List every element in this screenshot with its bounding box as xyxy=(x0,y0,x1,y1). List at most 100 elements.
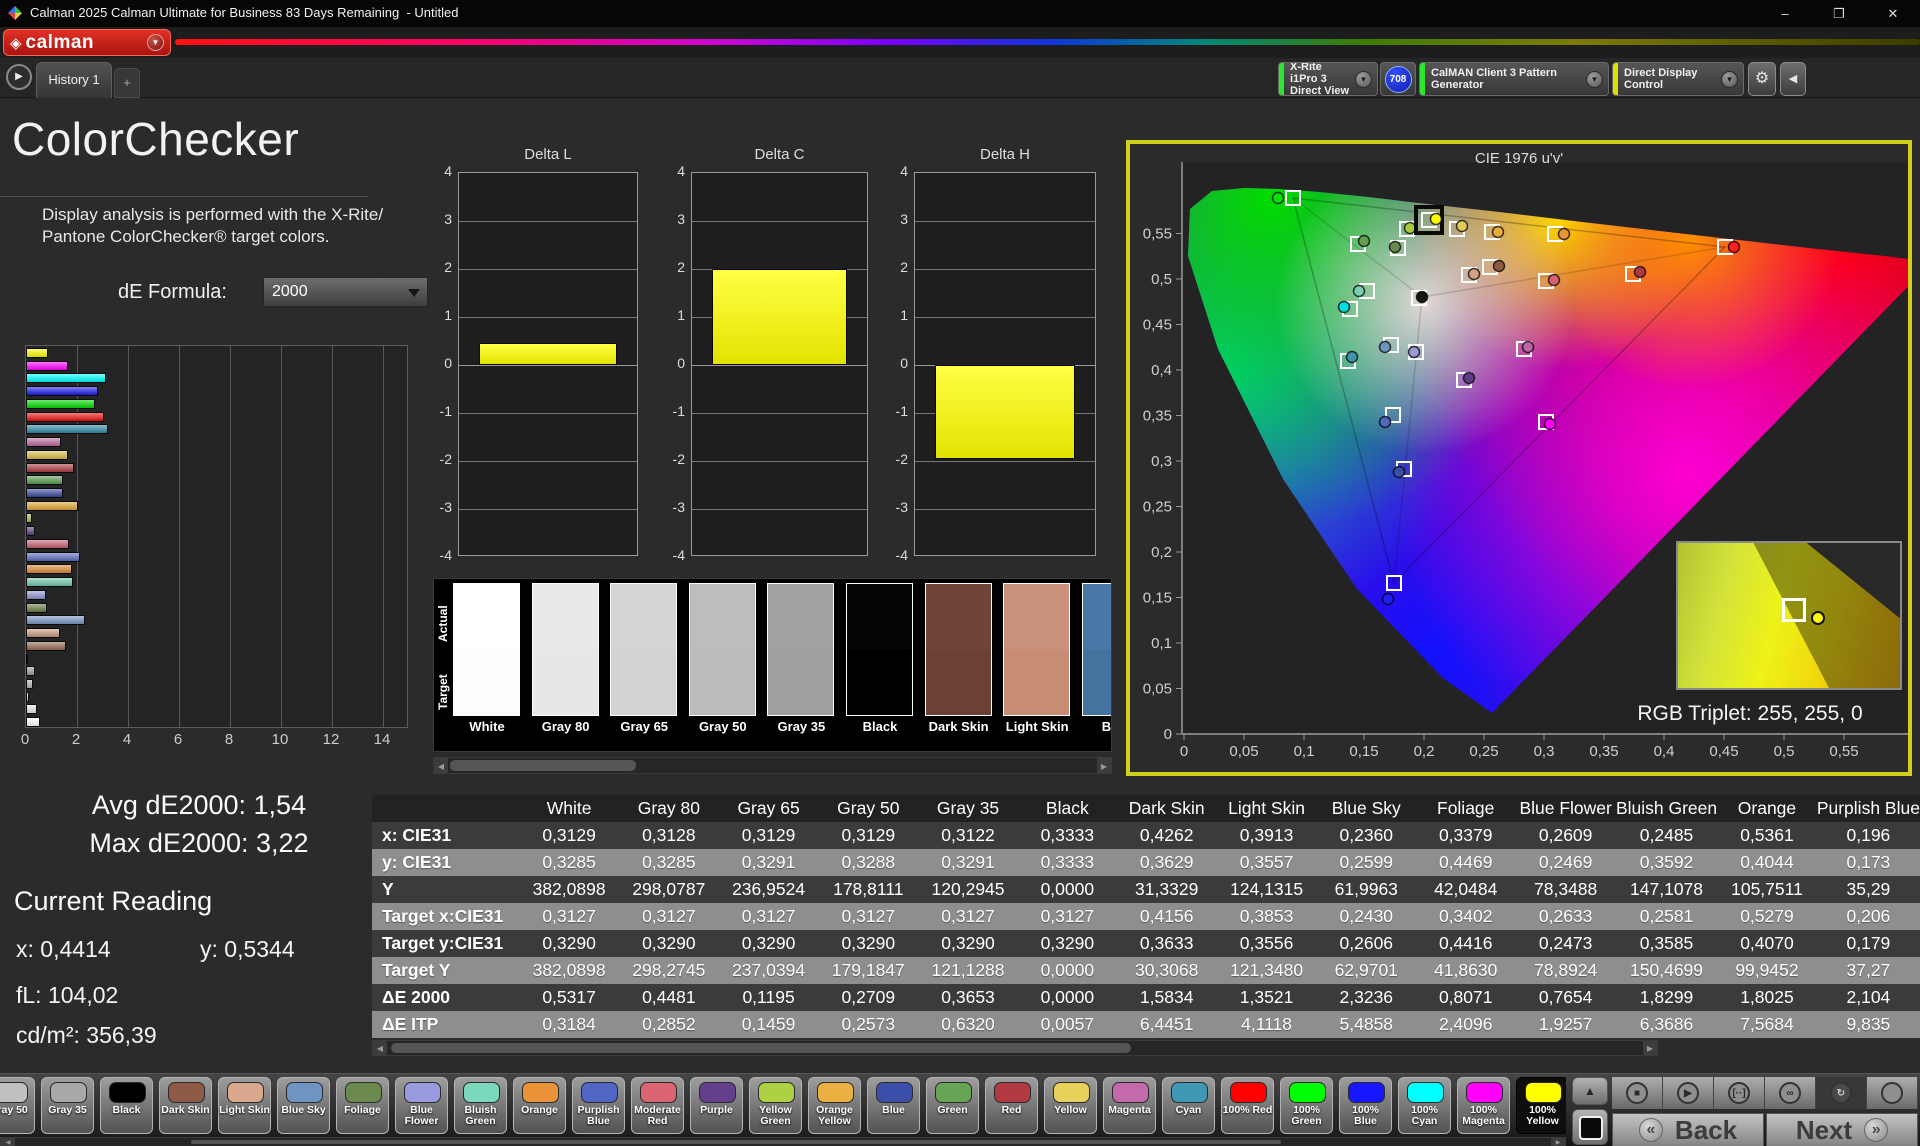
patch-button-black[interactable]: Black xyxy=(100,1077,153,1134)
patch-button-blue[interactable]: Blue xyxy=(867,1077,920,1134)
patch-button-100%-cyan[interactable]: 100% Cyan xyxy=(1398,1077,1451,1134)
close-button[interactable]: ✕ xyxy=(1870,0,1916,27)
chevron-down-icon[interactable]: ▼ xyxy=(1586,70,1603,88)
patch-button-dark-skin[interactable]: Dark Skin xyxy=(159,1077,212,1134)
patch-button-gray-50[interactable]: Gray 50 xyxy=(0,1077,35,1134)
deltae-bar-yellow xyxy=(26,449,68,460)
record-button[interactable] xyxy=(1867,1077,1918,1109)
patch-button-foliage[interactable]: Foliage xyxy=(336,1077,389,1134)
patch-button-yellow[interactable]: Yellow xyxy=(1044,1077,1097,1134)
table-column-header: Dark Skin xyxy=(1116,795,1217,822)
meter-dropdown[interactable]: X-Rite i1Pro 3 Direct View ▼ xyxy=(1278,62,1378,96)
table-scrollbar[interactable]: ◀ ▶ xyxy=(372,1040,1658,1056)
meter-mode: Direct View xyxy=(1290,85,1350,96)
table-cell: 6,3686 xyxy=(1615,1011,1718,1038)
tab-history-1[interactable]: History 1 xyxy=(36,62,112,98)
table-cell: 0,8071 xyxy=(1416,984,1516,1011)
patch-button-cyan[interactable]: Cyan xyxy=(1162,1077,1215,1134)
table-cell: 0,0000 xyxy=(1017,957,1117,984)
play-button[interactable]: ▶ xyxy=(1663,1077,1714,1109)
record-icon xyxy=(1881,1082,1903,1104)
patch-color-chip xyxy=(1466,1082,1503,1103)
settings-button[interactable]: ⚙ xyxy=(1748,62,1776,96)
calman-menu-button[interactable]: ◈ calman ▼ xyxy=(3,29,171,56)
patch-button-blue-sky[interactable]: Blue Sky xyxy=(277,1077,330,1134)
scrollbar-thumb[interactable] xyxy=(391,1043,1131,1053)
scroll-left-icon[interactable]: ◀ xyxy=(373,1041,387,1055)
delta-y-tick: -2 xyxy=(672,451,685,467)
patch-button-green[interactable]: Green xyxy=(926,1077,979,1134)
deltae-bar-red xyxy=(26,462,75,473)
patch-button-blue-flower[interactable]: Blue Flower xyxy=(395,1077,448,1134)
expand-up-button[interactable]: ▲ xyxy=(1572,1077,1608,1105)
minimize-button[interactable]: – xyxy=(1762,0,1808,27)
patch-button-100%-green[interactable]: 100% Green xyxy=(1280,1077,1333,1134)
patch-button-red[interactable]: Red xyxy=(985,1077,1038,1134)
patch-color-chip xyxy=(109,1082,146,1103)
loop-button[interactable]: ∞ xyxy=(1765,1077,1816,1109)
cie-measured-foliage xyxy=(1388,240,1402,254)
pattern-generator-dropdown[interactable]: CalMAN Client 3 Pattern Generator ▼ xyxy=(1419,62,1609,96)
step-button[interactable]: [··] xyxy=(1714,1077,1765,1109)
next-button[interactable]: Next » xyxy=(1766,1113,1918,1146)
scroll-right-icon[interactable]: ▶ xyxy=(1551,1138,1565,1146)
patch-button-moderate-red[interactable]: Moderate Red xyxy=(631,1077,684,1134)
chevron-down-icon[interactable]: ▼ xyxy=(1355,70,1372,88)
swatch-strip-scrollbar[interactable]: ◀ ▶ xyxy=(433,757,1112,774)
deltae-bar-blue-flower xyxy=(26,589,46,600)
table-column-header: Gray 65 xyxy=(718,795,819,822)
deltae-bar-green xyxy=(26,475,63,486)
patch-button-light-skin[interactable]: Light Skin xyxy=(218,1077,271,1134)
scroll-right-icon[interactable]: ▶ xyxy=(1643,1041,1657,1055)
cie-measured-moderate-red xyxy=(1547,273,1561,287)
divider xyxy=(0,196,368,197)
patch-color-chip xyxy=(1112,1082,1149,1103)
svg-text:0,5: 0,5 xyxy=(1774,743,1795,760)
deltae-bar-black xyxy=(26,653,28,664)
patch-button-purplish-blue[interactable]: Purplish Blue xyxy=(572,1077,625,1134)
patch-button-100%-red[interactable]: 100% Red xyxy=(1221,1077,1274,1134)
cie-measured-purple xyxy=(1462,371,1476,385)
delta-y-tick: -3 xyxy=(672,499,685,515)
collapse-panel-button[interactable]: ◀ xyxy=(1780,62,1806,96)
chevron-down-icon[interactable]: ▼ xyxy=(1721,70,1738,88)
back-button[interactable]: « Back xyxy=(1612,1113,1764,1146)
chevron-down-icon[interactable]: ▼ xyxy=(147,34,164,51)
scroll-left-icon[interactable]: ◀ xyxy=(1,1138,15,1146)
delta-y-tick: 3 xyxy=(444,211,452,227)
patch-button-gray-35[interactable]: Gray 35 xyxy=(41,1077,94,1134)
scrollbar-thumb[interactable] xyxy=(450,760,636,771)
scroll-right-icon[interactable]: ▶ xyxy=(1097,758,1111,773)
patch-row-scrollbar[interactable]: ◀ ▶ xyxy=(0,1137,1566,1146)
patch-button-magenta[interactable]: Magenta xyxy=(1103,1077,1156,1134)
patch-button-purple[interactable]: Purple xyxy=(690,1077,743,1134)
display-control-dropdown[interactable]: Direct Display Control ▼ xyxy=(1612,62,1744,96)
de-formula-select[interactable]: 2000 xyxy=(263,277,428,307)
delta-y-tick: 0 xyxy=(900,355,908,371)
nav-forward-icon[interactable]: ▶ xyxy=(6,64,32,90)
refresh-button[interactable]: ↻ xyxy=(1816,1077,1867,1109)
patch-button-bluish-green[interactable]: Bluish Green xyxy=(454,1077,507,1134)
stop-button[interactable]: ■ xyxy=(1612,1077,1663,1109)
patch-button-orange[interactable]: Orange xyxy=(513,1077,566,1134)
patch-color-chip xyxy=(817,1082,854,1103)
patch-button-100%-magenta[interactable]: 100% Magenta xyxy=(1457,1077,1510,1134)
meter-badge[interactable]: 708 xyxy=(1380,62,1416,96)
patch-button-orange-yellow[interactable]: Orange Yellow xyxy=(808,1077,861,1134)
scrollbar-thumb[interactable] xyxy=(191,1140,1281,1144)
patch-button-yellow-green[interactable]: Yellow Green xyxy=(749,1077,802,1134)
window-shade-button[interactable] xyxy=(1572,1109,1608,1145)
patch-gray-80 xyxy=(531,583,599,716)
table-cell: 41,8630 xyxy=(1416,957,1516,984)
table-cell: 1,5834 xyxy=(1116,984,1217,1011)
table-cell: 0,3290 xyxy=(918,930,1018,957)
maximize-button[interactable]: ❐ xyxy=(1816,0,1862,27)
svg-text:0,45: 0,45 xyxy=(1709,743,1738,760)
add-tab-button[interactable]: + xyxy=(114,68,140,98)
patch-black xyxy=(846,583,913,716)
patch-button-100%-blue[interactable]: 100% Blue xyxy=(1339,1077,1392,1134)
patch-button-100%-yellow[interactable]: 100% Yellow xyxy=(1516,1077,1566,1134)
scroll-left-icon[interactable]: ◀ xyxy=(434,758,448,773)
table-row: Target x:CIE31 0,3127 0,3127 0,3127 0,3127 0,… xyxy=(372,903,1920,930)
table-column-header: Gray 50 xyxy=(818,795,919,822)
